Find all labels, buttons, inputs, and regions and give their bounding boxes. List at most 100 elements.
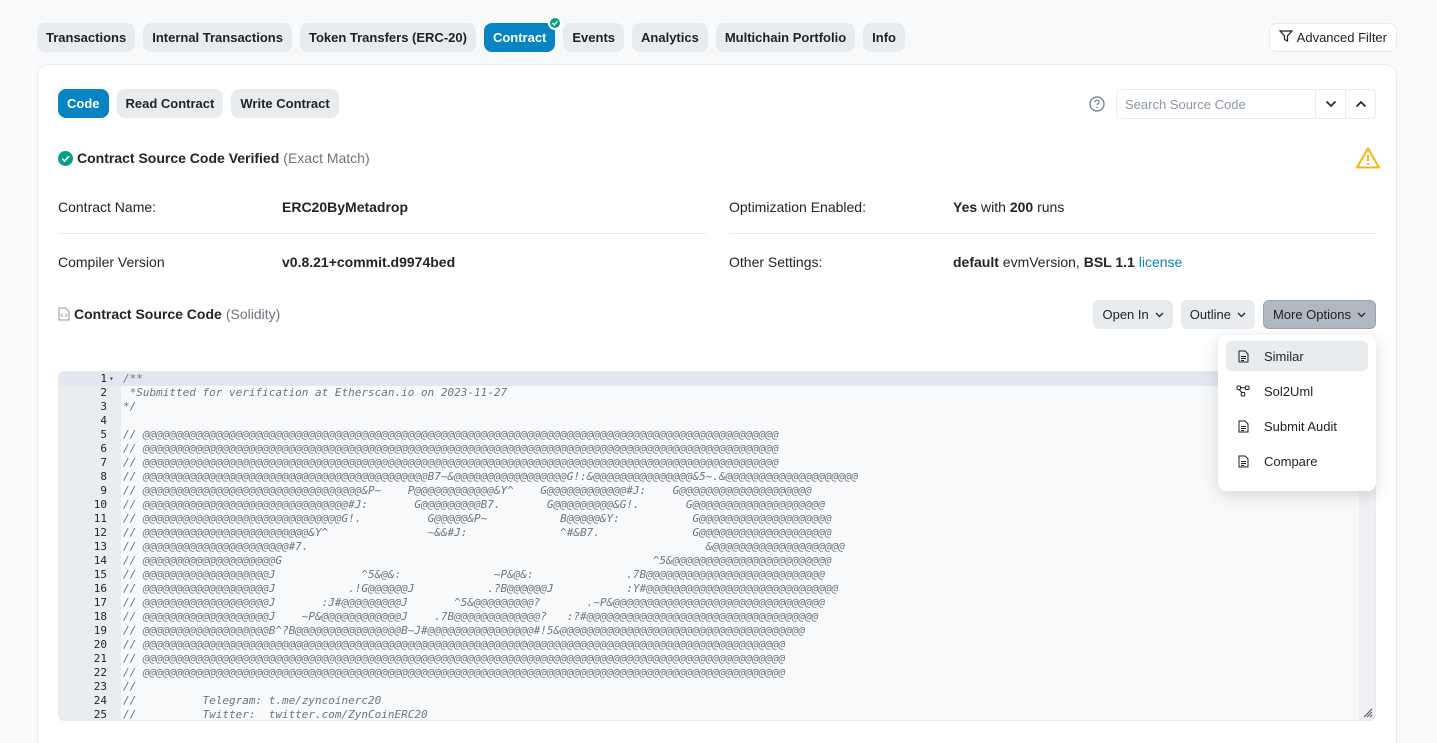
code-line: 5 // @@@@@@@@@@@@@@@@@@@@@@@@@@@@@@@@@@@@… xyxy=(59,428,1375,442)
optimization-runs-label: runs xyxy=(1037,199,1065,215)
tab-internal-transactions[interactable]: Internal Transactions xyxy=(143,23,292,52)
menu-item-similar-label: Similar xyxy=(1264,348,1304,364)
line-number: 2 xyxy=(100,386,107,399)
line-number: 16 xyxy=(93,582,107,595)
tab-events[interactable]: Events xyxy=(563,23,625,52)
code-text: // @@@@@@@@@@@@@@@@@@@J :J#@@@@@@@@@J ^5… xyxy=(123,596,825,609)
verified-status: Contract Source Code Verified (Exact Mat… xyxy=(58,150,370,166)
fold-gap xyxy=(109,498,121,512)
code-line: 25 // Twitter: twitter.com/ZynCoinERC20 xyxy=(59,708,1375,721)
menu-item-similar[interactable]: Similar xyxy=(1226,341,1368,371)
verified-title: Contract Source Code Verified xyxy=(77,150,280,166)
tab-token-transfers[interactable]: Token Transfers (ERC-20) xyxy=(299,23,476,52)
fold-gap xyxy=(109,680,121,694)
code-line: 6 // @@@@@@@@@@@@@@@@@@@@@@@@@@@@@@@@@@@@… xyxy=(59,442,1375,456)
code-text: // @@@@@@@@@@@@@@@@@@@@@@@@@@@@@@G!. G@@… xyxy=(123,512,832,525)
other-evm: evmVersion, xyxy=(1002,254,1080,270)
fold-gap xyxy=(109,638,121,652)
line-number: 8 xyxy=(100,470,107,483)
fold-gap xyxy=(109,596,121,610)
fold-gap xyxy=(109,386,121,400)
code-line: 18 // @@@@@@@@@@@@@@@@@@@J ~P&@@@@@@@@@@@… xyxy=(59,610,1375,624)
warning-icon[interactable] xyxy=(1356,147,1380,169)
help-icon[interactable] xyxy=(1089,96,1105,112)
code-line: 19 // @@@@@@@@@@@@@@@@@@@B^?B@@@@@@@@@@@@… xyxy=(59,624,1375,638)
menu-item-submit-audit[interactable]: Submit Audit xyxy=(1226,411,1368,441)
divider xyxy=(58,233,706,234)
menu-item-submit-audit-label: Submit Audit xyxy=(1264,418,1337,434)
code-line: 7 // @@@@@@@@@@@@@@@@@@@@@@@@@@@@@@@@@@@@… xyxy=(59,456,1375,470)
code-text: // @@@@@@@@@@@@@@@@@@@J ^5&@&: ~P&@&: .7… xyxy=(123,568,825,581)
more-options-button[interactable]: More Options xyxy=(1262,300,1376,329)
line-number: 24 xyxy=(93,694,107,707)
other-settings-row: Other Settings: default evmVersion, BSL … xyxy=(729,252,1377,272)
compiler-row: Compiler Version v0.8.21+commit.d9974bed xyxy=(58,252,706,272)
code-text: // @@@@@@@@@@@@@@@@@@@@@@@@@@@@@@@@@@@@@… xyxy=(123,666,786,679)
code-line: 24 // Telegram: t.me/zyncoinerc20 xyxy=(59,694,1375,708)
subtab-read-contract[interactable]: Read Contract xyxy=(116,89,224,118)
code-line: 8 // @@@@@@@@@@@@@@@@@@@@@@@@@@@@@@@@@@@@… xyxy=(59,470,1375,484)
code-line: 14 // @@@@@@@@@@@@@@@@@@@@G ^5&@@@@@@@@@@… xyxy=(59,554,1375,568)
license-link[interactable]: license xyxy=(1139,254,1183,270)
fold-gap xyxy=(109,540,121,554)
menu-item-compare[interactable]: Compare xyxy=(1226,446,1368,476)
fold-gap xyxy=(109,456,121,470)
tab-analytics[interactable]: Analytics xyxy=(632,23,708,52)
search-next-button[interactable] xyxy=(1315,90,1345,118)
code-line: 1 ▾/** xyxy=(59,372,1375,386)
line-number: 25 xyxy=(93,708,107,721)
tab-info[interactable]: Info xyxy=(863,23,905,52)
line-number: 22 xyxy=(93,666,107,679)
tab-multichain-portfolio[interactable]: Multichain Portfolio xyxy=(715,23,856,52)
subtab-code[interactable]: Code xyxy=(58,89,109,118)
compiler-value: v0.8.21+commit.d9974bed xyxy=(282,254,456,270)
code-text: // @@@@@@@@@@@@@@@@@@@@@@@@@@@@@@@@@@@@@… xyxy=(123,442,779,455)
code-text: /** xyxy=(123,372,143,385)
source-options: Open In Outline More Options xyxy=(1093,300,1376,329)
code-line: 4 xyxy=(59,414,1375,428)
code-text: */ xyxy=(123,400,137,413)
code-text: // @@@@@@@@@@@@@@@@@@@J .!G@@@@@@J .?B@@… xyxy=(123,582,839,595)
search-prev-button[interactable] xyxy=(1345,90,1375,118)
code-text: // @@@@@@@@@@@@@@@@@@@@G ^5&@@@@@@@@@@@@… xyxy=(123,554,832,567)
line-number: 19 xyxy=(93,624,107,637)
subtab-write-contract[interactable]: Write Contract xyxy=(231,89,339,118)
code-line: 22 // @@@@@@@@@@@@@@@@@@@@@@@@@@@@@@@@@@@… xyxy=(59,666,1375,680)
chevron-down-icon xyxy=(1325,100,1336,108)
code-text: // Twitter: twitter.com/ZynCoinERC20 xyxy=(123,708,428,721)
resize-handle-icon[interactable] xyxy=(1361,706,1373,718)
check-circle-icon xyxy=(58,150,73,166)
line-number: 17 xyxy=(93,596,107,609)
open-in-button[interactable]: Open In xyxy=(1093,300,1173,329)
source-code-lang: (Solidity) xyxy=(225,306,281,322)
tab-contract[interactable]: Contract xyxy=(483,16,563,52)
line-number: 23 xyxy=(93,680,107,693)
chevron-down-icon xyxy=(1155,312,1164,317)
contract-subtabs: Code Read Contract Write Contract xyxy=(58,89,339,118)
tab-transactions[interactable]: Transactions xyxy=(37,23,136,52)
code-text: // @@@@@@@@@@@@@@@@@@@@@@@@@@@@@@@@@@@@@… xyxy=(123,638,786,651)
fold-toggle-icon[interactable]: ▾ xyxy=(109,372,121,386)
more-options-label: More Options xyxy=(1272,307,1351,322)
code-line: 13 // @@@@@@@@@@@@@@@@@@@@@@#7. &@@@@@@@@… xyxy=(59,540,1375,554)
verified-match: (Exact Match) xyxy=(283,150,370,166)
code-line: 20 // @@@@@@@@@@@@@@@@@@@@@@@@@@@@@@@@@@@… xyxy=(59,638,1375,652)
code-line: 12 // @@@@@@@@@@@@@@@@@@@@@@@@@&Y^ ~&&#J:… xyxy=(59,526,1375,540)
tab-list: Transactions Internal Transactions Token… xyxy=(37,16,1397,52)
line-number: 4 xyxy=(100,414,107,427)
code-text: // Telegram: t.me/zyncoinerc20 xyxy=(123,694,382,707)
outline-button[interactable]: Outline xyxy=(1180,300,1255,329)
optimization-runs: 200 xyxy=(1009,199,1034,215)
optimization-row: Optimization Enabled: Yes with 200 runs xyxy=(729,197,1377,217)
line-number: 15 xyxy=(93,568,107,581)
fold-gap xyxy=(109,512,121,526)
fold-gap xyxy=(109,666,121,680)
search-input[interactable] xyxy=(1117,90,1315,118)
code-text: // @@@@@@@@@@@@@@@@@@@@@@#7. &@@@@@@@@@@… xyxy=(123,540,845,553)
code-editor[interactable]: 1 ▾/** 2 *Submitted for verification at Et… xyxy=(58,371,1376,721)
advanced-filter-button[interactable]: Advanced Filter xyxy=(1268,23,1397,52)
code-text: // @@@@@@@@@@@@@@@@@@@@@@@@@@@@@@@@@@@@@… xyxy=(123,428,779,441)
menu-item-sol2uml[interactable]: Sol2Uml xyxy=(1226,376,1368,406)
contract-card: Code Read Contract Write Contract Contra… xyxy=(37,64,1397,743)
line-number: 14 xyxy=(93,554,107,567)
